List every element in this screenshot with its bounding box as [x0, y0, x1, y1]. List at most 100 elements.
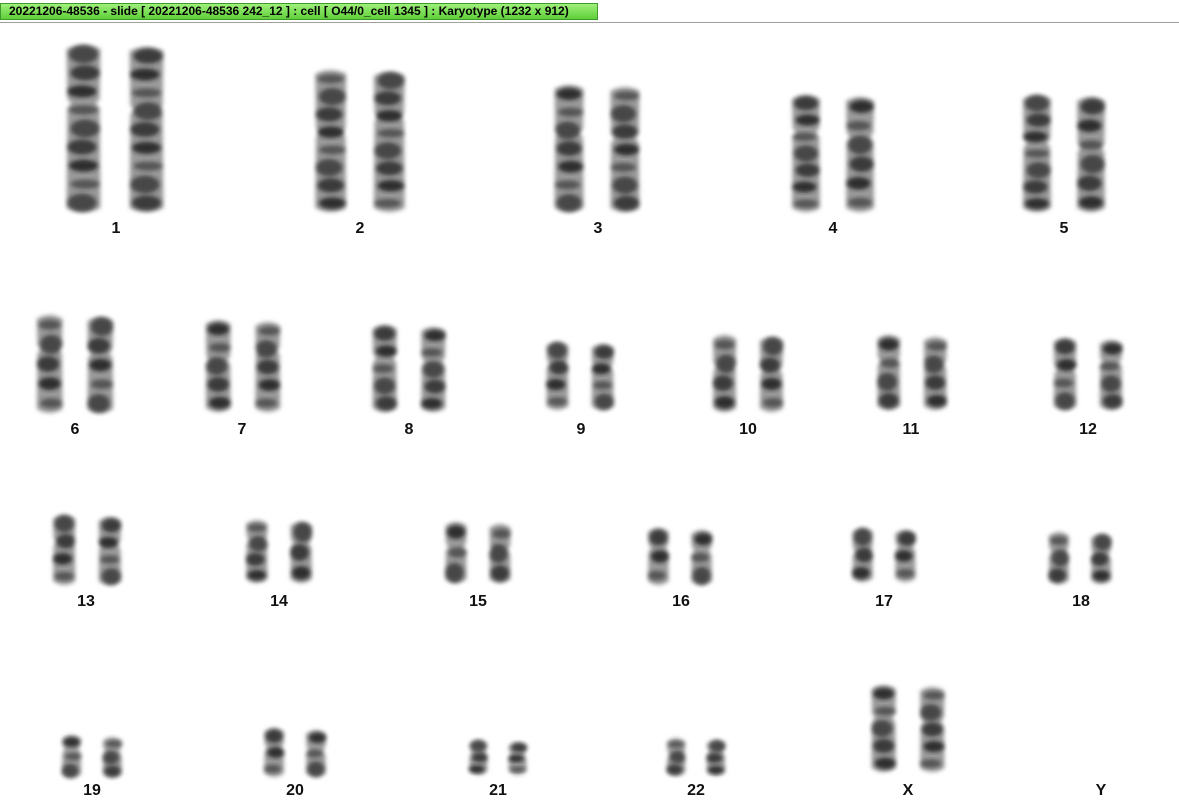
chromosome-pair-11[interactable]	[877, 335, 947, 410]
chromosome-band	[249, 535, 268, 552]
chromosome-band	[611, 105, 636, 123]
chromosome-band	[101, 568, 121, 585]
chromosome-pair-15[interactable]	[445, 522, 511, 583]
chromosome-pair-x[interactable]	[871, 685, 945, 772]
chromosome-band	[920, 704, 942, 721]
chromosome-band	[448, 547, 467, 558]
chromosome-band	[1025, 149, 1049, 158]
chromosome-band	[1079, 140, 1103, 150]
chromosome-band	[649, 529, 668, 546]
chromosome-pair-8[interactable]	[372, 325, 446, 412]
chromosome-pair-2[interactable]	[315, 70, 405, 212]
chromosome-band	[264, 764, 282, 773]
chromosome-label-16: 16	[672, 593, 690, 610]
chromosome-band	[67, 85, 97, 98]
chromosome-band	[878, 338, 899, 351]
chromosome-band	[489, 543, 508, 564]
chromosome-band	[374, 326, 396, 341]
chromosome-pair-18[interactable]	[1048, 532, 1112, 584]
chromosome-band	[207, 376, 229, 392]
chromosome-band	[593, 381, 613, 390]
chromosome-band	[255, 340, 277, 358]
chromosome-band	[490, 565, 510, 582]
chromosome-band	[90, 379, 113, 390]
chromosome-band	[246, 552, 265, 566]
chromosome-pair-16[interactable]	[647, 528, 713, 585]
chromosome-label-15: 15	[469, 593, 487, 610]
chromosome-band	[594, 345, 614, 360]
chromosome-pair-9[interactable]	[546, 342, 614, 410]
chromosome-band	[794, 145, 818, 162]
chromosome-pair-14[interactable]	[246, 520, 312, 583]
chromosome-band	[305, 749, 323, 758]
chromosome-band	[795, 163, 820, 178]
chromosome-band	[896, 569, 915, 578]
chromosome-band	[614, 143, 639, 156]
chromosome-pair-13[interactable]	[53, 515, 121, 585]
chromosome-pair-3[interactable]	[554, 85, 640, 212]
chromosome-band	[1094, 534, 1112, 551]
chromosome-band	[895, 550, 913, 562]
chromosome-band	[1055, 339, 1075, 355]
chromosome-band	[921, 722, 943, 737]
chromosome-label-3: 3	[593, 220, 603, 237]
chromosome-band	[209, 396, 231, 409]
chromosome-band	[709, 740, 726, 752]
chromosome-pair-12[interactable]	[1053, 338, 1123, 410]
chromosome-band	[846, 176, 871, 190]
chromosome-band	[853, 528, 872, 546]
chromosome-band	[1055, 392, 1075, 410]
chromosome-band	[877, 372, 898, 392]
chromosome-band	[132, 88, 161, 98]
chromosome-pair-10[interactable]	[712, 335, 784, 412]
chromosome-band	[87, 337, 110, 354]
chromosome-band	[1025, 198, 1049, 210]
chromosome-band	[691, 552, 709, 563]
chromosome-band	[377, 128, 404, 138]
chromosome-pair-21[interactable]	[469, 740, 527, 775]
chromosome-band	[375, 345, 397, 357]
chromosome-band	[377, 72, 404, 90]
chromosome-band	[555, 180, 580, 190]
chromosome-band	[98, 536, 118, 549]
chromosome-band	[207, 323, 229, 336]
chromosome-pair-19[interactable]	[61, 735, 123, 778]
chromosome-band	[1056, 359, 1077, 371]
chromosome-pair-22[interactable]	[666, 738, 726, 776]
chromosome-label-20: 20	[286, 782, 304, 799]
chromosome-band	[319, 145, 346, 155]
chromosome-label-10: 10	[739, 421, 757, 438]
chromosome-band	[669, 750, 686, 764]
chromosome-band	[308, 732, 326, 744]
chromosome-pair-20[interactable]	[264, 728, 326, 777]
chromosome-band	[923, 355, 944, 374]
chromosome-band	[100, 555, 120, 564]
chromosome-band	[307, 761, 325, 777]
chromosome-pair-6[interactable]	[36, 315, 114, 413]
chromosome-band	[38, 377, 61, 391]
chromosome-label-19: 19	[83, 782, 101, 799]
chromosome-band	[70, 65, 100, 81]
chromosome-pair-17[interactable]	[852, 528, 916, 582]
chromosome-pair-1[interactable]	[66, 45, 164, 212]
chromosome-band	[556, 194, 582, 212]
chromosome-band	[265, 729, 283, 743]
chromosome-label-9: 9	[576, 421, 586, 438]
chromosome-band	[247, 569, 266, 581]
chromosome-pair-4[interactable]	[791, 95, 875, 212]
chromosome-band	[1101, 375, 1121, 393]
chromosome-band	[1080, 154, 1105, 174]
chromosome-band	[556, 88, 582, 101]
chromosome-band	[372, 364, 394, 373]
chromosome-band	[492, 528, 511, 539]
chromosome-band	[54, 515, 74, 533]
chromosome-pair-5[interactable]	[1022, 95, 1106, 212]
chromosome-band	[763, 337, 783, 356]
chromosome-band	[267, 747, 285, 758]
chromosome-label-11: 11	[902, 421, 920, 438]
chromosome-band	[792, 132, 817, 141]
chromosome-band	[926, 394, 947, 407]
chromosome-pair-7[interactable]	[205, 320, 281, 412]
chromosome-band	[511, 742, 527, 753]
chromosome-band	[848, 197, 872, 208]
